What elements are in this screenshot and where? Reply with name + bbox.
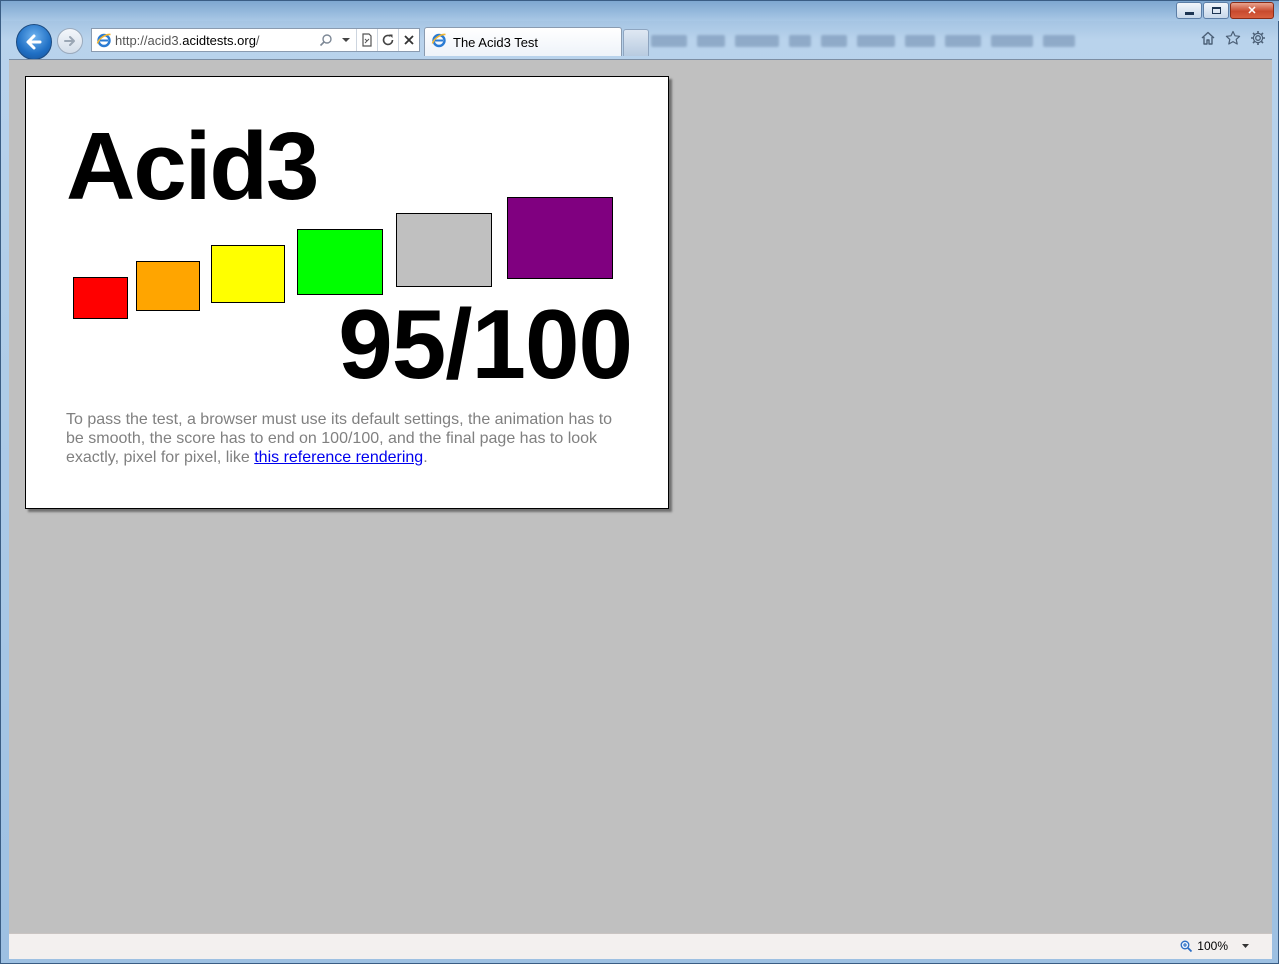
zoom-dropdown-icon[interactable] [1232, 942, 1250, 950]
tools-button[interactable] [1250, 30, 1266, 46]
ie-logo-icon [431, 32, 447, 53]
home-icon [1201, 31, 1215, 45]
acid3-test-box: Acid3 95/100 To pass the test, a browser… [25, 76, 669, 509]
caption-buttons: ✕ [1175, 2, 1274, 19]
maximize-button[interactable] [1203, 2, 1229, 19]
maximize-icon [1211, 7, 1221, 14]
favorites-item[interactable] [857, 35, 895, 47]
forward-button[interactable] [57, 28, 83, 54]
refresh-icon [382, 34, 394, 46]
minimize-icon [1184, 11, 1194, 15]
address-url-suffix: / [255, 32, 260, 48]
browser-window: ✕ http://acid3.acidtests.org/ The Acid3 … [0, 0, 1279, 964]
square-purple [507, 197, 613, 279]
address-bar[interactable]: http://acid3.acidtests.org/ [91, 28, 420, 52]
tab-acid3[interactable]: The Acid3 Test [424, 27, 622, 56]
close-icon: ✕ [1247, 5, 1257, 17]
favorites-item[interactable] [991, 35, 1033, 47]
search-icon [319, 34, 332, 47]
command-icons [1200, 30, 1266, 46]
square-yellow [211, 245, 285, 303]
compatibility-view-button[interactable] [356, 29, 377, 51]
zoom-level: 100% [1197, 939, 1228, 953]
address-url[interactable]: http://acid3.acidtests.org/ [113, 33, 316, 48]
stop-button[interactable] [398, 29, 419, 51]
square-orange [136, 261, 200, 311]
address-url-host: acidtests.org [182, 32, 256, 48]
favorites-item[interactable] [651, 35, 687, 47]
search-button[interactable] [316, 29, 336, 51]
zoom-magnifier-icon [1180, 940, 1193, 952]
title-bar: ✕ [1, 1, 1279, 21]
back-button[interactable] [16, 24, 52, 60]
ie-logo-icon [95, 32, 113, 48]
description-paragraph: To pass the test, a browser must use its… [66, 410, 626, 467]
page-title: Acid3 [66, 113, 319, 220]
favorites-item[interactable] [1043, 35, 1075, 47]
home-button[interactable] [1200, 30, 1216, 46]
favorites-item[interactable] [697, 35, 725, 47]
zoom-control[interactable]: 100% [1180, 939, 1250, 953]
refresh-button[interactable] [377, 29, 398, 51]
stop-icon [404, 35, 414, 45]
address-url-prefix: http://acid3. [115, 32, 183, 48]
forward-arrow-icon [64, 36, 75, 46]
page-viewport[interactable]: Acid3 95/100 To pass the test, a browser… [9, 59, 1272, 933]
favorites-item[interactable] [735, 35, 779, 47]
navigation-toolbar: http://acid3.acidtests.org/ The Acid3 Te… [9, 21, 1272, 60]
tab-title: The Acid3 Test [453, 34, 539, 50]
square-red [73, 277, 128, 319]
favorites-item[interactable] [789, 35, 811, 47]
reference-rendering-link[interactable]: this reference rendering [254, 449, 423, 466]
dropdown-arrow-icon [342, 38, 350, 42]
favorites-item[interactable] [945, 35, 981, 47]
square-lime [297, 229, 383, 295]
back-arrow-icon [26, 34, 42, 50]
new-tab-button[interactable] [623, 29, 649, 56]
status-bar: 100% [9, 933, 1272, 959]
favorites-item[interactable] [905, 35, 935, 47]
favorites-button[interactable] [1225, 30, 1241, 46]
favorites-star-icon [1225, 30, 1241, 45]
square-silver [396, 213, 492, 287]
score-value: 95/100 [338, 289, 633, 399]
close-window-button[interactable]: ✕ [1230, 2, 1274, 19]
compat-view-icon [362, 33, 372, 47]
gear-icon [1251, 31, 1265, 45]
description-end: . [423, 449, 428, 466]
favorites-bar-blurred [651, 31, 1171, 51]
address-dropdown-button[interactable] [336, 29, 356, 51]
favorites-item[interactable] [821, 35, 847, 47]
minimize-button[interactable] [1176, 2, 1202, 19]
